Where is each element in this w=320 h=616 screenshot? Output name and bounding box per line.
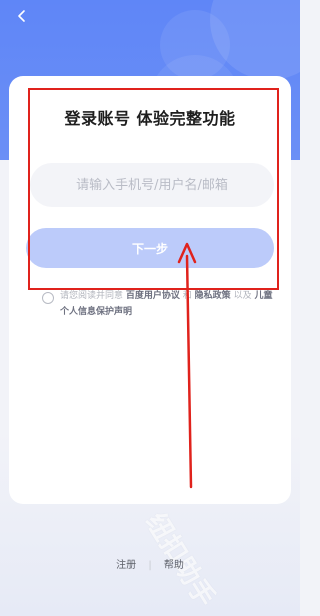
page-title: 登录账号 体验完整功能 — [64, 109, 236, 128]
account-input[interactable] — [30, 163, 274, 207]
help-link[interactable]: 帮助 — [164, 560, 184, 571]
chevron-left-icon — [18, 10, 25, 22]
agreement-prefix: 请您阅读并同意 — [60, 291, 124, 301]
register-link[interactable]: 注册 — [116, 560, 136, 571]
agreement-checkbox[interactable] — [42, 292, 54, 304]
agreement-and: 和 — [182, 291, 192, 301]
next-button[interactable]: 下一步 — [26, 228, 274, 268]
footer-links: 注册 | 帮助 — [0, 556, 300, 571]
privacy-policy-link[interactable]: 隐私政策 — [195, 291, 231, 301]
back-button[interactable] — [10, 4, 34, 28]
footer-separator: | — [148, 560, 152, 571]
agreement-text: 请您阅读并同意 百度用户协议 和 隐私政策 以及 儿童个人信息保护声明 — [60, 288, 275, 320]
agreement-and2: 以及 — [233, 291, 252, 301]
user-agreement-link[interactable]: 百度用户协议 — [126, 291, 180, 301]
